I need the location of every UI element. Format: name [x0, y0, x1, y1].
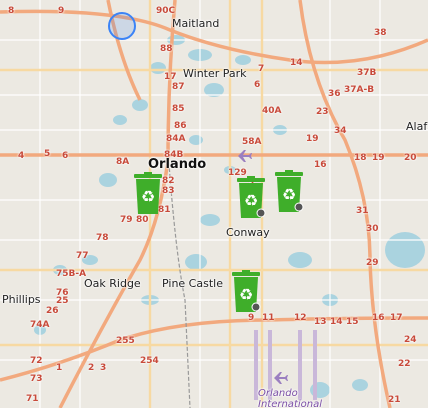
svg-text:♻: ♻ — [141, 187, 155, 206]
rail-line — [167, 149, 191, 408]
svg-text:♻: ♻ — [239, 285, 253, 304]
airport-runways — [254, 330, 317, 400]
recycling-bin-icon[interactable]: ♻ — [131, 172, 165, 216]
recycling-bin-icon[interactable]: ♻ — [229, 270, 263, 314]
svg-text:♻: ♻ — [282, 185, 296, 204]
recycling-bin-icon[interactable]: ♻ — [234, 176, 268, 220]
current-location-icon[interactable] — [108, 12, 136, 40]
recycling-bin-icon[interactable]: ♻ — [272, 170, 306, 214]
svg-text:♻: ♻ — [244, 191, 258, 210]
map-view[interactable]: 8 9 90C 38 88 17 14 7 37B 87 85 6 23 36 … — [0, 0, 428, 408]
map-base — [0, 0, 428, 408]
major-roads — [0, 0, 428, 408]
